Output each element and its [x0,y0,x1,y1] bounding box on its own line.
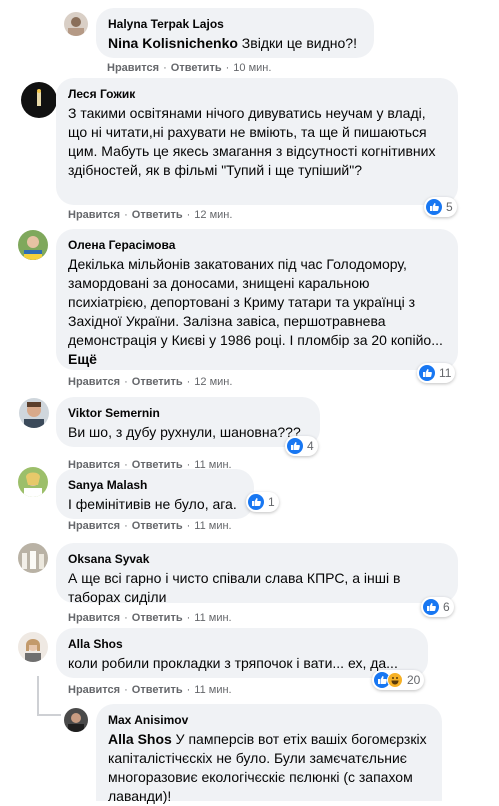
like-reaction-icon [419,365,435,381]
comment-author[interactable]: Max Anisimov [108,712,430,728]
comment-mention[interactable]: Alla Shos [108,731,172,747]
like-link[interactable]: Нравится [68,612,120,624]
reply-link[interactable]: Ответить [171,62,222,74]
reaction-summary[interactable]: 1 [246,492,279,512]
reply-link[interactable]: Ответить [132,209,183,221]
reply-link[interactable]: Ответить [132,684,183,696]
avatar[interactable] [19,398,49,428]
comment-bubble: Alla Shos коли робили прокладки з тряпоч… [56,628,428,678]
like-link[interactable]: Нравится [68,520,120,532]
comment-text: Alla Shos У памперсів вот етіх вашіх бог… [108,731,427,804]
like-reaction-icon [287,438,303,454]
avatar[interactable] [18,543,48,573]
comment-text: І фемінітивів не було, ага. [68,496,237,512]
comment-author[interactable]: Леся Гожик [68,86,446,102]
comment-time[interactable]: 12 мин. [194,376,232,388]
comment-time[interactable]: 11 мин. [194,684,231,696]
comment-author[interactable]: Halyna Terpak Lajos [108,16,362,32]
comment-actions: Нравится · Ответить · 12 мин. [68,376,233,388]
like-link[interactable]: Нравится [68,209,120,221]
like-reaction-icon [423,599,439,615]
reaction-count: 1 [268,495,275,509]
like-reaction-icon [248,494,264,510]
thread-connector-elbow [37,714,61,716]
comment-text: коли робили прокладки з тряпочок і вати.… [68,655,398,671]
comment-actions: Нравится · Ответить · 11 мин. [68,520,232,532]
reaction-count: 6 [443,600,450,614]
comment-time[interactable]: 10 мин. [233,62,271,74]
comment-text: Nina Kolisnichenko Звідки це видно?! [108,35,357,51]
like-link[interactable]: Нравится [68,684,120,696]
reaction-summary[interactable]: 4 [285,436,318,456]
comment-actions: Нравится · Ответить · 11 мин. [68,684,232,696]
comment-author[interactable]: Viktor Semernin [68,405,308,421]
comment-time[interactable]: 11 мин. [194,520,231,532]
reply-link[interactable]: Ответить [132,520,183,532]
avatar[interactable] [18,230,48,260]
comment-author[interactable]: Oksana Syvak [68,551,446,567]
reaction-summary[interactable]: 20 [372,670,425,690]
comment-text: Ви шо, з дубу рухнули, шановна??? [68,424,301,440]
comment-bubble: Sanya Malash І фемінітивів не було, ага. [56,469,254,519]
comment-bubble: Max Anisimov Alla Shos У памперсів вот е… [96,704,442,804]
comment-author[interactable]: Sanya Malash [68,477,242,493]
comment-actions: Нравится · Ответить · 12 мин. [68,209,233,221]
comment-author[interactable]: Олена Герасімова [68,237,446,253]
comment-author[interactable]: Alla Shos [68,636,416,652]
comment-bubble: Oksana Syvak А ще всі гарно і чисто спів… [56,543,458,605]
comment-bubble: Viktor Semernin Ви шо, з дубу рухнули, ш… [56,397,320,447]
comment-mention[interactable]: Nina Kolisnichenko [108,35,238,51]
avatar[interactable] [64,708,88,732]
reaction-count: 5 [446,200,453,214]
reply-link[interactable]: Ответить [132,376,183,388]
like-link[interactable]: Нравится [107,62,159,74]
see-more-link[interactable]: Ещё [68,351,97,367]
reaction-count: 11 [439,366,452,380]
comment-text: Декілька мільйонів закатованих під час Г… [68,256,443,367]
thread-connector [37,676,39,716]
reaction-summary[interactable]: 11 [417,363,456,383]
reaction-count: 4 [307,439,314,453]
comment-text: А ще всі гарно і чисто співали слава КПР… [68,570,401,605]
reaction-count: 20 [407,673,421,687]
comment-time[interactable]: 12 мин. [194,209,232,221]
comment-bubble: Леся Гожик З такими освітянами нічого ди… [56,78,458,205]
haha-reaction-icon [387,672,403,688]
comment-actions: Нравится · Ответить · 10 мин. [107,62,272,74]
comment-bubble: Halyna Terpak Lajos Nina Kolisnichenko З… [96,8,374,58]
avatar[interactable] [18,632,48,662]
comment-text: З такими освітянами нічого дивуватись не… [68,105,436,178]
reaction-summary[interactable]: 6 [421,597,454,617]
comment-bubble: Олена Герасімова Декілька мільйонів зака… [56,229,458,370]
like-reaction-icon [426,199,442,215]
avatar[interactable] [64,12,88,36]
reaction-summary[interactable]: 5 [424,197,457,217]
avatar[interactable] [21,82,57,118]
reply-link[interactable]: Ответить [132,612,183,624]
avatar[interactable] [18,467,48,497]
comment-time[interactable]: 11 мин. [194,612,231,624]
like-link[interactable]: Нравится [68,376,120,388]
comment-actions: Нравится · Ответить · 11 мин. [68,612,232,624]
